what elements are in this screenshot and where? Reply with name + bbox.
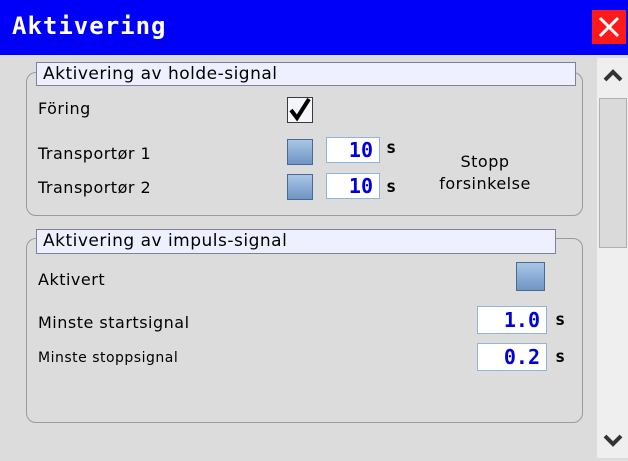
transportor-2-label: Transportør 2 xyxy=(38,178,152,197)
vertical-scrollbar[interactable] xyxy=(597,58,628,458)
scroll-up-button[interactable] xyxy=(597,60,628,90)
transportor-2-delay-input[interactable]: 10 xyxy=(326,173,380,199)
hold-signal-header: Aktivering av holde-signal xyxy=(36,62,576,86)
window-title: Aktivering xyxy=(12,12,167,40)
foring-label: Föring xyxy=(38,99,91,118)
min-start-input[interactable]: 1.0 xyxy=(477,306,547,334)
scroll-thumb[interactable] xyxy=(599,98,627,248)
scroll-down-button[interactable] xyxy=(597,426,628,456)
close-button[interactable] xyxy=(592,10,626,44)
min-stop-label: Minste stoppsignal xyxy=(38,350,179,366)
stop-delay-label: Stopp forsinkelse xyxy=(420,151,550,195)
transportor-1-label: Transportør 1 xyxy=(38,144,152,163)
transportor-1-delay-input[interactable]: 10 xyxy=(326,137,380,163)
min-stop-input[interactable]: 0.2 xyxy=(477,343,547,371)
title-bar: Aktivering xyxy=(0,0,628,55)
aktivert-label: Aktivert xyxy=(38,270,106,289)
chevron-up-icon xyxy=(603,69,622,82)
transportor-1-checkbox[interactable] xyxy=(287,139,313,165)
transportor-2-unit: s xyxy=(386,177,397,197)
stop-delay-line2: forsinkelse xyxy=(439,174,531,193)
chevron-down-icon xyxy=(603,434,622,447)
min-stop-unit: s xyxy=(555,347,566,367)
stop-delay-line1: Stopp xyxy=(460,152,510,171)
transportor-1-unit: s xyxy=(386,138,397,158)
close-icon xyxy=(598,16,620,38)
transportor-2-checkbox[interactable] xyxy=(287,174,313,200)
aktivert-checkbox[interactable] xyxy=(516,262,545,291)
checkmark-icon xyxy=(289,97,311,122)
impulse-signal-header: Aktivering av impuls-signal xyxy=(36,229,556,254)
min-start-label: Minste startsignal xyxy=(38,313,190,332)
min-start-unit: s xyxy=(555,310,566,330)
foring-checkbox[interactable] xyxy=(287,97,313,123)
